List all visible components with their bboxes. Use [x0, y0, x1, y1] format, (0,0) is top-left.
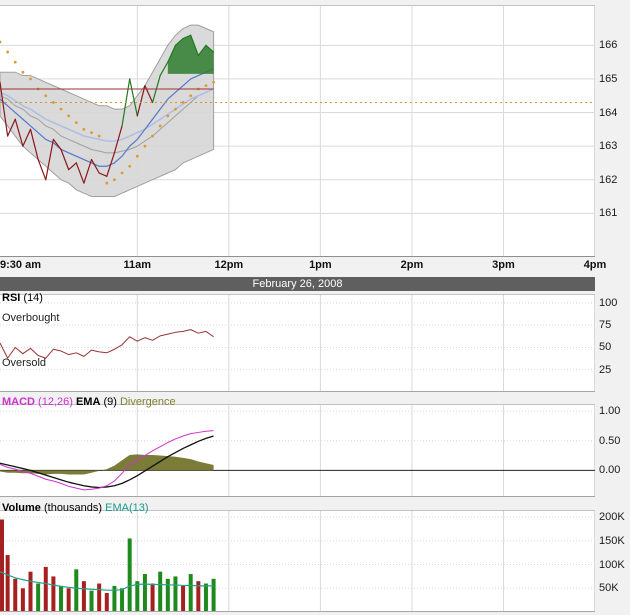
macd-title-segment: Divergence — [120, 396, 176, 408]
date-bar: February 26, 2008 — [0, 277, 595, 291]
volume-title-segment: Volume — [2, 502, 41, 514]
stock-chart: 9:30 am 11am 12pm 1pm 2pm 3pm 4pm February 26,… — [0, 0, 630, 615]
x-axis-label: 1pm — [309, 259, 332, 271]
x-axis-label: 2pm — [401, 259, 424, 271]
macd-title-segment: (12,26) — [35, 396, 76, 408]
price-ytick-label: 166 — [599, 39, 617, 51]
rsi-ytick-label: 25 — [599, 364, 611, 376]
macd-ytick-label: 1.00 — [599, 405, 620, 417]
rsi-line — [0, 330, 214, 359]
price-ytick-label: 165 — [599, 73, 617, 85]
rsi-panel — [0, 294, 595, 392]
time-axis: 9:30 am 11am 12pm 1pm 2pm 3pm 4pm — [0, 258, 630, 274]
rsi-ytick-label: 50 — [599, 341, 611, 353]
volume-ytick-label: 50K — [599, 582, 619, 594]
date-label: February 26, 2008 — [253, 278, 343, 290]
rsi-title-segment: RSI — [2, 292, 20, 304]
volume-panel — [0, 510, 595, 612]
macd-ytick-label: 0.00 — [599, 464, 620, 476]
price-ytick-label: 161 — [599, 207, 617, 219]
price-ytick-label: 162 — [599, 174, 617, 186]
x-axis-label: 9:30 am — [0, 259, 41, 271]
x-axis-label: 3pm — [492, 259, 515, 271]
rsi-title-segment: (14) — [20, 292, 43, 304]
volume-gridlines — [0, 510, 595, 612]
rsi-ytick-label: 75 — [599, 319, 611, 331]
macd-title-segment: (9) — [100, 396, 120, 408]
macd-title: MACD (12,26) EMA (9) Divergence — [2, 396, 176, 408]
price-ytick-label: 163 — [599, 140, 617, 152]
volume-plot — [0, 510, 595, 612]
rsi-gridlines — [0, 294, 595, 392]
x-axis-label: 11am — [124, 259, 152, 271]
rsi-title: RSI (14) — [2, 292, 43, 304]
volume-title-segment: (thousands) — [41, 502, 105, 514]
rsi-ytick-label: 100 — [599, 297, 617, 309]
macd-panel — [0, 404, 595, 497]
price-panel — [0, 5, 595, 257]
macd-gridlines — [0, 404, 595, 497]
rsi-plot — [0, 294, 595, 392]
volume-ytick-label: 200K — [599, 511, 625, 523]
volume-title: Volume (thousands) EMA(13) — [2, 502, 149, 514]
volume-bars — [0, 519, 216, 612]
volume-title-segment: EMA(13) — [105, 502, 148, 514]
macd-plot — [0, 404, 595, 497]
macd-title-segment: EMA — [76, 396, 100, 408]
macd-ytick-label: 0.50 — [599, 435, 620, 447]
x-axis-label: 4pm — [584, 259, 607, 271]
rsi-annotation: Oversold — [2, 357, 46, 369]
x-axis-label: 12pm — [214, 259, 243, 271]
price-ytick-label: 164 — [599, 107, 617, 119]
rsi-annotation: Overbought — [2, 312, 59, 324]
volume-ytick-label: 150K — [599, 535, 625, 547]
price-plot — [0, 5, 595, 257]
volume-ytick-label: 100K — [599, 559, 625, 571]
macd-title-segment: MACD — [2, 396, 35, 408]
